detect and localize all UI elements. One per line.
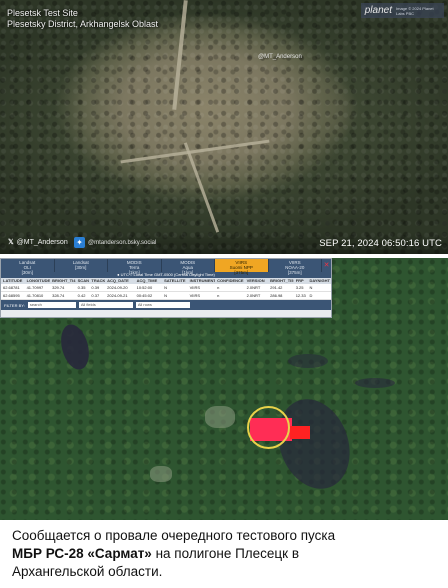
tab-res: [375m] bbox=[287, 270, 302, 275]
filter-bar: FILTER BY: search All fields All rows bbox=[1, 300, 331, 310]
cell: 10:52:00 bbox=[136, 285, 153, 290]
lake bbox=[288, 354, 328, 368]
terrain-texture bbox=[0, 0, 448, 254]
butterfly-icon: ✦ bbox=[74, 237, 85, 248]
cell: 0.42 bbox=[77, 293, 86, 298]
site-title: Plesetsk Test Site Plesetsky District, A… bbox=[7, 8, 158, 30]
filter-rows-select[interactable]: All rows bbox=[135, 302, 190, 308]
tab-landsat[interactable]: Landsat [30m] bbox=[54, 259, 108, 272]
tab-res: [30m] bbox=[75, 265, 87, 270]
cell: 12.33 bbox=[295, 293, 306, 298]
firms-data-panel: Landsat OLI [30m] Landsat [30m] MODIS Te… bbox=[0, 258, 332, 318]
datestamp: SEP 21, 2024 06:50:16 UTC bbox=[319, 238, 442, 249]
caption-line1: Сообщается о провале очередного тестовог… bbox=[12, 528, 336, 543]
caption-line3: Архангельской области. bbox=[12, 564, 163, 579]
cell: n bbox=[217, 285, 220, 290]
bsky-handle-text: @mtanderson.bsky.social bbox=[88, 239, 157, 246]
cell: 328.74 bbox=[52, 293, 65, 298]
site-title-line2: Plesetsky District, Arkhangelsk Oblast bbox=[7, 19, 159, 29]
highlight-circle bbox=[247, 406, 290, 449]
clearing bbox=[150, 466, 172, 482]
planet-fineprint: Image © 2024 Planet Labs PBC bbox=[396, 5, 434, 16]
cell: N bbox=[309, 285, 313, 290]
cell: 2.0NRT bbox=[246, 285, 261, 290]
fire-hotspot[interactable] bbox=[290, 426, 310, 439]
cell: N bbox=[164, 293, 167, 298]
cell: 00:45:02 bbox=[136, 293, 153, 298]
cell: 0.37 bbox=[91, 293, 100, 298]
cell: VIIRS bbox=[189, 285, 201, 290]
table-row[interactable]: 62.68595 41.70810 328.74 0.42 0.37 2024-… bbox=[1, 292, 331, 300]
cell: 62.68781 bbox=[3, 285, 20, 290]
cell: 62.68595 bbox=[3, 293, 20, 298]
cell: 41.70810 bbox=[26, 293, 44, 298]
cell: 2024-09-21 bbox=[107, 293, 128, 298]
cell: 41.70997 bbox=[26, 285, 44, 290]
tab-modis-terra[interactable]: MODIS Terra [1km] bbox=[108, 259, 162, 275]
cell: D bbox=[309, 293, 313, 298]
filter-label: FILTER BY: bbox=[4, 302, 25, 308]
satellite-image: Plesetsk Test Site Plesetsky District, A… bbox=[0, 0, 448, 254]
filter-search-input[interactable]: search bbox=[27, 302, 76, 308]
caption-bold: МБР РС-28 «Сармат» bbox=[12, 546, 152, 561]
tab-modis-aqua[interactable]: MODIS Aqua [1km] bbox=[161, 259, 215, 275]
tab-landsat-oli[interactable]: Landsat OLI [30m] bbox=[1, 259, 55, 275]
planet-logo: planet bbox=[364, 5, 392, 16]
caption-line2: МБР РС-28 «Сармат» на полигоне Плесецк в bbox=[12, 545, 438, 563]
cell: 0.39 bbox=[91, 285, 100, 290]
watermark: @MT_Anderson bbox=[258, 54, 302, 60]
lake bbox=[355, 378, 395, 388]
site-title-line1: Plesetsk Test Site bbox=[7, 8, 78, 18]
cell: 291.42 bbox=[270, 285, 283, 290]
tab-viirs-snpp[interactable]: VIIRS Suomi NPP [375m] bbox=[215, 259, 269, 275]
planet-badge: planet Image © 2024 Planet Labs PBC bbox=[360, 3, 444, 18]
x-icon: 𝕏 bbox=[8, 239, 14, 246]
sensor-tabs: Landsat OLI [30m] Landsat [30m] MODIS Te… bbox=[1, 259, 331, 275]
tab-res: [30m] bbox=[21, 270, 33, 275]
x-handle[interactable]: 𝕏 @MT_Anderson bbox=[8, 238, 68, 247]
cell: 2024-09-20 bbox=[107, 285, 128, 290]
cell: 3.25 bbox=[295, 285, 304, 290]
cell: 286.98 bbox=[270, 293, 283, 298]
tab-res: [375m] bbox=[234, 270, 249, 275]
x-handle-text: @MT_Anderson bbox=[16, 238, 68, 246]
tab-viirs-noaa20[interactable]: VIIRS NOAA-20 [375m] bbox=[268, 259, 322, 275]
cell: N bbox=[164, 285, 167, 290]
close-icon[interactable]: ✕ bbox=[322, 259, 331, 272]
cell: 329.74 bbox=[52, 285, 65, 290]
clearing bbox=[205, 406, 235, 428]
cell: 2.0NRT bbox=[246, 293, 261, 298]
caption-text: Сообщается о провале очередного тестовог… bbox=[12, 527, 438, 581]
cell: 0.35 bbox=[77, 285, 86, 290]
bsky-handle[interactable]: ✦ @mtanderson.bsky.social bbox=[74, 237, 156, 248]
cell: n bbox=[217, 293, 220, 298]
filter-fields-select[interactable]: All fields bbox=[78, 302, 133, 308]
table-row[interactable]: 62.68781 41.70997 329.74 0.35 0.39 2024-… bbox=[1, 284, 331, 292]
cell: VIIRS bbox=[189, 293, 201, 298]
caption-rest: на полигоне Плесецк в bbox=[151, 546, 299, 561]
